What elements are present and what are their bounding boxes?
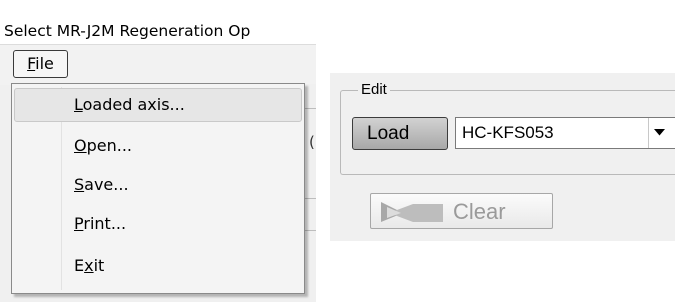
file-menu-button[interactable]: File	[13, 50, 68, 78]
load-button-label: Load	[367, 123, 410, 144]
menu-item-exit[interactable]: Exit	[14, 249, 302, 283]
eraser-icon	[381, 202, 443, 222]
bottom-margin	[330, 241, 675, 302]
menu-item-accel: P	[74, 214, 84, 233]
menu-item-label: rint...	[83, 214, 127, 233]
menu-item-accel: L	[74, 95, 83, 114]
menu-item-open[interactable]: Open...	[14, 129, 302, 163]
menu-item-label: it	[93, 256, 105, 275]
load-button[interactable]: Load	[352, 117, 448, 150]
menu-item-loaded-axis[interactable]: Loaded axis...	[14, 88, 302, 122]
menu-item-accel: x	[84, 256, 94, 275]
file-dropdown-menu: Loaded axis... Open... Save... Print... …	[11, 83, 305, 294]
edit-panel: Edit Load HC-KFS053 Clear	[330, 73, 675, 241]
menu-item-label: pen...	[86, 136, 132, 155]
menu-item-label-pre: E	[74, 256, 85, 275]
edit-group-title: Edit	[358, 81, 390, 98]
file-accel: F	[27, 54, 36, 73]
application-window: Select MR-J2M Regeneration Op File ( Loa…	[0, 0, 316, 302]
menu-item-accel: O	[74, 136, 87, 155]
menu-item-accel: S	[74, 175, 85, 194]
title-bar: Select MR-J2M Regeneration Op	[0, 0, 316, 44]
menu-item-label: ave...	[84, 175, 129, 194]
clear-button-label: Clear	[453, 199, 506, 224]
chevron-down-icon	[654, 129, 665, 136]
combo-dropdown-button[interactable]	[648, 118, 670, 148]
menu-item-label: oaded axis...	[82, 95, 185, 114]
clear-button[interactable]: Clear	[370, 193, 553, 229]
window-title: Select MR-J2M Regeneration Op	[4, 22, 251, 40]
menu-item-print[interactable]: Print...	[14, 207, 302, 241]
model-select-value: HC-KFS053	[462, 123, 554, 142]
background-glyph: (	[309, 133, 315, 151]
file-label-rest: ile	[35, 54, 54, 73]
model-select[interactable]: HC-KFS053	[455, 117, 675, 149]
menu-item-save[interactable]: Save...	[14, 168, 302, 202]
panel-separator	[316, 0, 330, 302]
